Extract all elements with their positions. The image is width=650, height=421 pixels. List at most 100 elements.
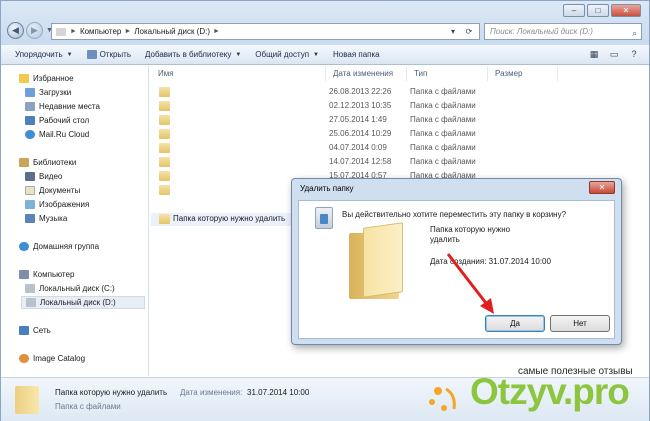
sidebar-item-label: Недавние места [39, 102, 100, 111]
watermark-brand: Otzyv.pro [470, 371, 630, 412]
star-icon [19, 74, 29, 83]
breadcrumb-computer[interactable]: Компьютер [80, 27, 121, 36]
file-row[interactable]: 25.06.2014 10:29 Папка с файлами [151, 128, 496, 141]
documents-icon [25, 186, 35, 195]
sidebar-item-drive-d[interactable]: Локальный диск (D:) [21, 296, 145, 309]
address-dropdown-icon[interactable]: ▾ [446, 25, 460, 38]
dialog-folder-name: Папка которую нужно удалить [430, 225, 510, 245]
file-row[interactable]: 04.07.2014 0:09 Папка с файлами [151, 142, 496, 155]
image-catalog-icon [19, 354, 29, 363]
date-modified-label: Дата изменения: [180, 388, 243, 397]
folder-icon [159, 87, 170, 97]
file-row[interactable]: 26.08.2013 22:26 Папка с файлами [151, 86, 496, 99]
sidebar-item-recent-places[interactable]: Недавние места [25, 100, 171, 113]
downloads-icon [25, 88, 35, 97]
view-options-icon[interactable]: ▦ [587, 48, 601, 61]
folder-icon [159, 214, 170, 224]
folder-icon [15, 386, 39, 414]
close-button[interactable]: ✕ [611, 4, 641, 17]
share-button[interactable]: Общий доступ ▼ [255, 50, 319, 59]
file-row[interactable]: 27.05.2014 1:49 Папка с файлами [151, 114, 496, 127]
open-button[interactable]: Открыть [86, 50, 131, 59]
yes-button[interactable]: Да [485, 315, 545, 332]
video-icon [25, 172, 35, 181]
sidebar-item-homegroup[interactable]: Домашняя группа [19, 240, 165, 253]
folder-icon [56, 27, 66, 36]
sidebar-item-label: Музыка [39, 214, 68, 223]
sidebar-item-network[interactable]: Сеть [19, 324, 165, 337]
folder-icon [159, 101, 170, 111]
window-controls: – □ ✕ [563, 4, 641, 17]
open-icon [86, 50, 97, 59]
sidebar-item-favorites[interactable]: Избранное [19, 72, 165, 85]
dialog-close-button[interactable]: ✕ [589, 181, 615, 194]
folder-icon [159, 185, 170, 195]
file-type: Папка с файлами [410, 101, 476, 110]
recycle-bin-icon [315, 207, 333, 229]
organize-button[interactable]: Упорядочить ▼ [15, 50, 73, 59]
chevron-right-icon[interactable]: ► [70, 28, 77, 35]
chevron-right-icon[interactable]: ► [213, 28, 220, 35]
column-header-type[interactable]: Тип [407, 67, 488, 81]
title-bar: – □ ✕ ◀ ▶ ▼ ► Компьютер ► Локальный диск… [1, 1, 649, 45]
forward-button[interactable]: ▶ [26, 22, 43, 39]
sidebar-item-libraries[interactable]: Библиотеки [19, 156, 165, 169]
sidebar-item-video[interactable]: Видео [25, 170, 171, 183]
sidebar-item-mailru-cloud[interactable]: Mail.Ru Cloud [25, 128, 171, 141]
column-header-name[interactable]: Имя [151, 67, 326, 81]
search-icon[interactable]: ⌕ [632, 26, 637, 41]
view-controls: ▦ ▭ ? [587, 48, 641, 61]
libraries-icon [19, 158, 29, 167]
file-date: 02.12.2013 10:35 [329, 101, 392, 110]
sidebar-item-downloads[interactable]: Загрузки [25, 86, 171, 99]
folder-icon [159, 143, 170, 153]
breadcrumb-drive-d[interactable]: Локальный диск (D:) [134, 27, 210, 36]
maximize-button[interactable]: □ [587, 4, 609, 17]
file-date: 14.07.2014 12:58 [329, 157, 392, 166]
folder-icon [159, 115, 170, 125]
column-header-size[interactable]: Размер [488, 67, 558, 81]
sidebar-item-label: Изображения [39, 200, 90, 209]
search-placeholder: Поиск: Локальный диск (D:) [490, 27, 593, 36]
new-folder-button[interactable]: Новая папка [333, 50, 380, 59]
no-button[interactable]: Нет [550, 315, 610, 332]
sidebar-item-label: Image Catalog [33, 354, 86, 363]
sidebar-item-documents[interactable]: Документы [25, 184, 171, 197]
search-input[interactable]: Поиск: Локальный диск (D:) ⌕ [484, 23, 642, 40]
sidebar-item-desktop[interactable]: Рабочий стол [25, 114, 171, 127]
file-row[interactable]: 14.07.2014 12:58 Папка с файлами [151, 156, 496, 169]
dropdown-arrow-icon: ▼ [66, 51, 73, 58]
selected-item-name: Папка которую нужно удалить [55, 388, 168, 397]
large-folder-icon [349, 222, 411, 299]
preview-pane-icon[interactable]: ▭ [607, 48, 621, 61]
back-button[interactable]: ◀ [7, 22, 24, 39]
sidebar-item-music[interactable]: Музыка [25, 212, 171, 225]
file-row[interactable]: 02.12.2013 10:35 Папка с файлами [151, 100, 496, 113]
dialog-body: Вы действительно хотите переместить эту … [298, 200, 615, 339]
chevron-right-icon[interactable]: ► [124, 28, 131, 35]
homegroup-icon [19, 242, 29, 251]
sidebar-item-computer[interactable]: Компьютер [19, 268, 165, 281]
pictures-icon [25, 200, 35, 209]
open-label: Открыть [99, 50, 131, 59]
drive-icon [26, 298, 36, 307]
minimize-button[interactable]: – [563, 4, 585, 17]
file-date: 04.07.2014 0:09 [329, 143, 387, 152]
sidebar-item-image-catalog[interactable]: Image Catalog [19, 352, 165, 365]
dialog-folder-name-line1: Папка которую нужно [430, 225, 511, 234]
help-icon[interactable]: ? [627, 48, 641, 61]
file-type: Папка с файлами [410, 143, 476, 152]
address-bar[interactable]: ► Компьютер ► Локальный диск (D:) ► ▾ ⟳ [51, 23, 480, 40]
selected-item-type: Папка с файлами [55, 402, 121, 411]
sidebar-item-label: Mail.Ru Cloud [39, 130, 90, 139]
column-header-date[interactable]: Дата изменения [326, 67, 407, 81]
delete-folder-dialog: Удалить папку ✕ Вы действительно хотите … [291, 178, 622, 345]
dialog-question: Вы действительно хотите переместить эту … [342, 210, 567, 219]
refresh-icon[interactable]: ⟳ [462, 25, 476, 38]
sidebar-item-pictures[interactable]: Изображения [25, 198, 171, 211]
sidebar-item-drive-c[interactable]: Локальный диск (C:) [25, 282, 145, 295]
file-type: Папка с файлами [410, 157, 476, 166]
add-to-library-button[interactable]: Добавить в библиотеку ▼ [145, 50, 241, 59]
drive-icon [25, 284, 35, 293]
file-name: Папка которую нужно удалить [173, 214, 286, 223]
